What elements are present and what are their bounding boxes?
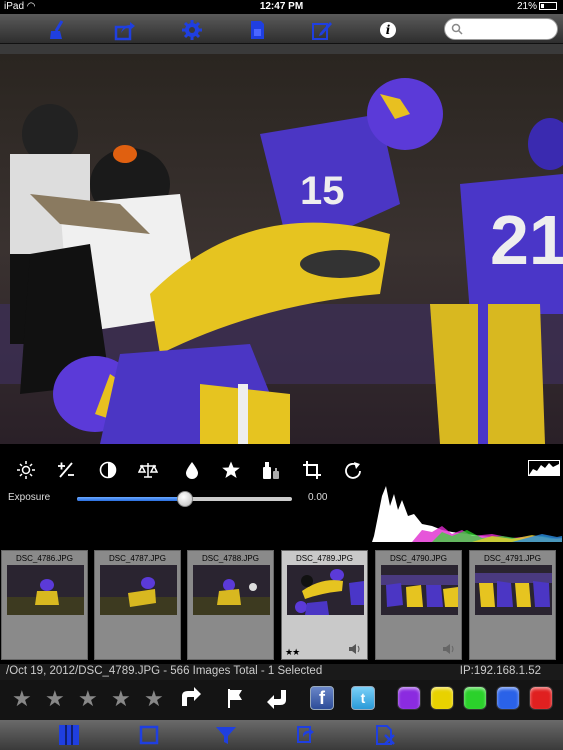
rating-star-1[interactable]: ★ (12, 686, 32, 712)
gear-icon[interactable] (181, 19, 203, 41)
thumbnail-image (287, 565, 364, 615)
speaker-icon[interactable] (443, 641, 455, 659)
thumbnail[interactable]: DSC_4786.JPG (1, 550, 88, 660)
thumbnail-filename: DSC_4790.JPG (390, 554, 447, 563)
battery-icon (539, 2, 557, 11)
thumbnail-filename: DSC_4788.JPG (202, 554, 259, 563)
thumbnail-image (7, 565, 84, 615)
contrast-icon[interactable] (98, 460, 118, 480)
color-label-purple[interactable] (397, 686, 421, 710)
exposure-label: Exposure (8, 492, 51, 503)
filter-icon[interactable] (215, 724, 237, 746)
search-icon (451, 23, 463, 35)
action-bar: ★ ★ ★ ★ ★ f t (0, 680, 563, 720)
bottom-toolbar (0, 720, 563, 750)
status-bar: iPad ◠ 12:47 PM 21% (0, 0, 563, 14)
exposure-slider-fill (77, 497, 185, 501)
sync-icon[interactable] (295, 724, 317, 746)
thumbnail[interactable]: DSC_4788.JPG (187, 550, 274, 660)
color-label-green[interactable] (463, 686, 487, 710)
broom-icon[interactable] (48, 19, 70, 41)
bottles-icon[interactable] (261, 460, 281, 480)
divider (0, 44, 563, 54)
grid-view-icon[interactable] (58, 724, 80, 746)
rating-star-3[interactable]: ★ (78, 686, 98, 712)
undo-arrow-icon[interactable] (265, 685, 291, 711)
exposure-slider-knob[interactable] (176, 491, 193, 507)
thumbnail[interactable]: DSC_4790.JPG (375, 550, 462, 660)
main-photo[interactable]: 21 15 (0, 54, 563, 444)
edit-icon[interactable] (311, 19, 333, 41)
thumbnail[interactable]: DSC_4791.JPG (469, 550, 556, 660)
thumbnail-rating: ★★ (285, 647, 300, 657)
facebook-button[interactable]: f (310, 686, 334, 710)
thumbnail-filename: DSC_4789.JPG (296, 554, 353, 563)
search-input[interactable] (444, 18, 558, 40)
sd-card-icon[interactable] (246, 19, 268, 41)
brightness-icon[interactable] (16, 460, 36, 480)
plus-minus-icon[interactable] (56, 460, 76, 480)
svg-text:15: 15 (300, 169, 345, 213)
drop-icon[interactable] (182, 460, 202, 480)
share-icon[interactable] (114, 19, 136, 41)
balance-icon[interactable] (138, 460, 158, 480)
exposure-slider[interactable] (77, 491, 292, 507)
thumbnail[interactable]: DSC_4787.JPG (94, 550, 181, 660)
ip-address: IP:192.168.1.52 (459, 665, 541, 677)
thumbnail-filename: DSC_4786.JPG (16, 554, 73, 563)
thumbnail-image (100, 565, 177, 615)
edit-toolbar (0, 454, 563, 486)
info-bar: /Oct 19, 2012/DSC_4789.JPG - 566 Images … (0, 664, 563, 680)
thumbnail-image (381, 565, 458, 615)
file-path-status: /Oct 19, 2012/DSC_4789.JPG - 566 Images … (6, 665, 323, 677)
rating-star-2[interactable]: ★ (45, 686, 65, 712)
rating-star-4[interactable]: ★ (111, 686, 131, 712)
thumbnail-selected[interactable]: DSC_4789.JPG ★★ (281, 550, 368, 660)
battery-status: 21% (517, 1, 557, 12)
clock: 12:47 PM (259, 1, 304, 12)
delete-icon[interactable] (374, 724, 396, 746)
info-icon[interactable]: i (377, 19, 399, 41)
thumbnail-image (475, 565, 552, 615)
thumbnail-image (193, 565, 270, 615)
crop-icon[interactable] (302, 460, 322, 480)
color-label-yellow[interactable] (430, 686, 454, 710)
color-label-red[interactable] (529, 686, 553, 710)
svg-text:21: 21 (490, 201, 563, 279)
top-toolbar: i (0, 14, 563, 44)
rating-star-5[interactable]: ★ (144, 686, 164, 712)
redo-arrow-icon[interactable] (177, 685, 203, 711)
color-label-blue[interactable] (496, 686, 520, 710)
thumbnail-filename: DSC_4787.JPG (109, 554, 166, 563)
exposure-value: 0.00 (308, 492, 328, 503)
twitter-button[interactable]: t (351, 686, 375, 710)
star-icon[interactable] (221, 460, 241, 480)
flag-icon[interactable] (222, 685, 248, 711)
rotate-icon[interactable] (343, 460, 363, 480)
thumbnail-filename: DSC_4791.JPG (484, 554, 541, 563)
speaker-icon[interactable] (349, 641, 361, 659)
histogram (372, 486, 562, 542)
filmstrip: DSC_4786.JPG DSC_4787.JPG DSC_4788.JPG D… (0, 546, 563, 662)
single-view-icon[interactable] (138, 724, 160, 746)
histogram-toggle-icon[interactable] (528, 460, 560, 476)
football-photo: 21 15 (0, 54, 563, 444)
